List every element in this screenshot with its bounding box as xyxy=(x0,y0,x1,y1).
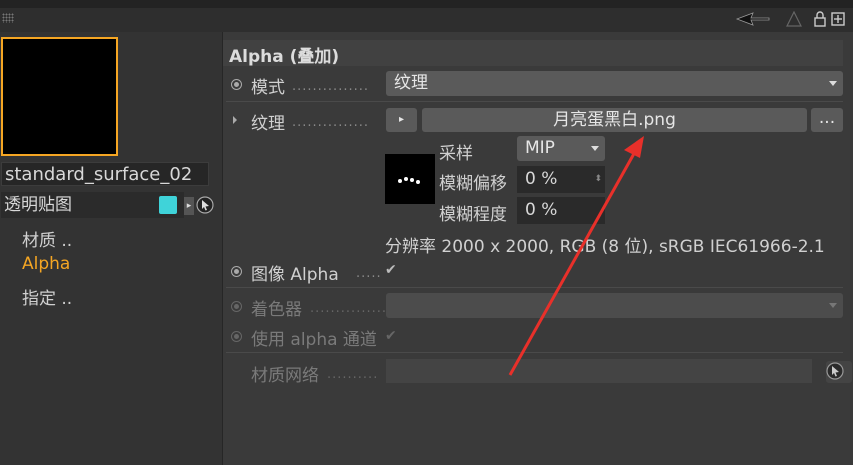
annotation-arrow xyxy=(508,136,644,376)
